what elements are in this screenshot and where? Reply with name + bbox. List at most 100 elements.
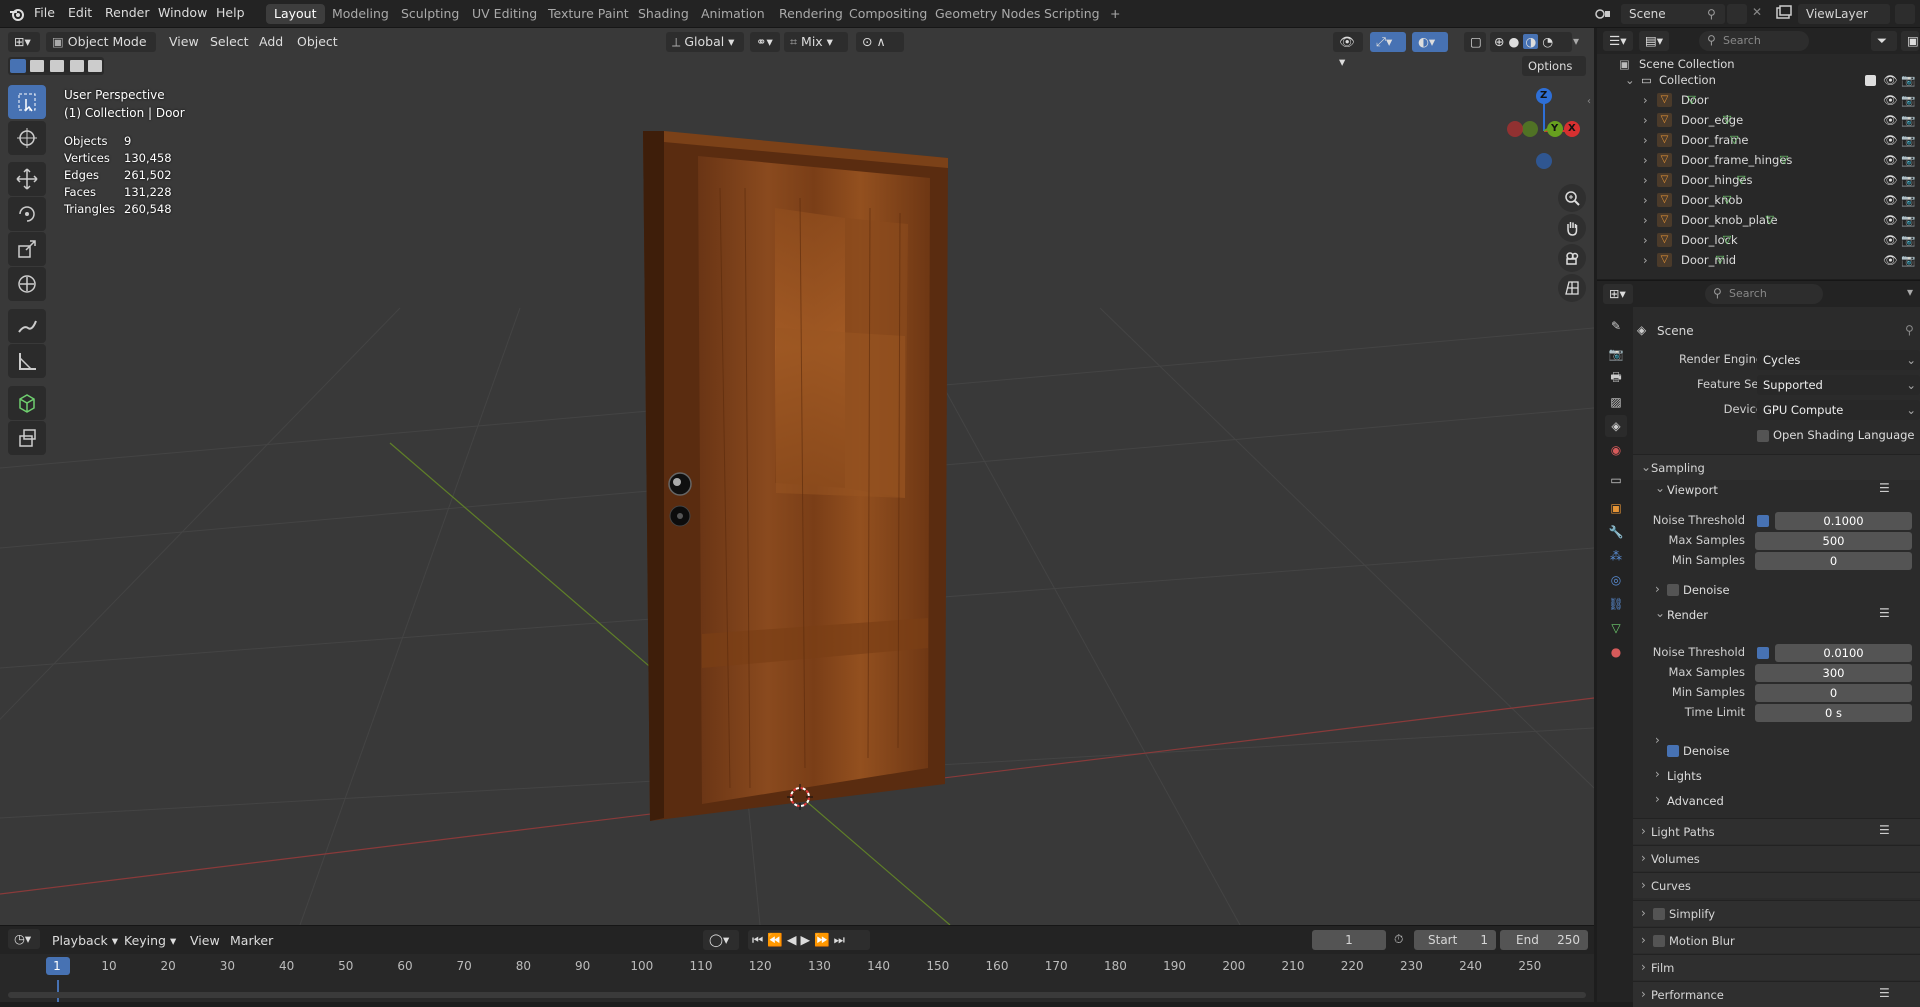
camera-icon[interactable]: 📷 xyxy=(1901,250,1915,270)
expand-icon[interactable]: › xyxy=(1643,150,1648,170)
tab-sculpting[interactable]: Sculpting xyxy=(393,4,467,24)
collection-exclude-checkbox[interactable] xyxy=(1865,75,1876,86)
eye-icon[interactable]: 👁 xyxy=(1883,170,1898,190)
output-tab-icon[interactable]: 🖶 xyxy=(1605,367,1627,389)
r-time-limit-field[interactable]: 0 s xyxy=(1755,704,1912,722)
tab-layout[interactable]: Layout xyxy=(266,4,325,24)
filter-icon[interactable]: ⏷ xyxy=(1871,31,1897,51)
outliner-item-row[interactable]: › ▽ Door_knob_plate ▽ 👁 📷 xyxy=(1597,210,1920,230)
tab-animation[interactable]: Animation xyxy=(693,4,773,24)
tab-modeling[interactable]: Modeling xyxy=(324,4,397,24)
render-subpanel-title[interactable]: Render xyxy=(1667,608,1708,622)
scene-tab-icon[interactable]: ◈ xyxy=(1605,415,1627,437)
outliner-item-row[interactable]: › ▽ Door_edge ▽ 👁 📷 xyxy=(1597,110,1920,130)
menu-object[interactable]: Object xyxy=(297,34,338,49)
mesh-data-icon[interactable]: ▽ xyxy=(1723,190,1731,210)
expand-icon[interactable]: › xyxy=(1655,733,1660,747)
zoom-icon[interactable] xyxy=(1558,184,1586,212)
tab-rendering[interactable]: Rendering xyxy=(771,4,851,24)
constraints-tab-icon[interactable]: ⛓ xyxy=(1605,593,1627,615)
blender-logo-icon[interactable] xyxy=(9,6,25,25)
eye-icon[interactable]: 👁 xyxy=(1883,70,1898,90)
presets-icon[interactable]: ☰ xyxy=(1879,823,1890,837)
tab-uv-editing[interactable]: UV Editing xyxy=(464,4,545,24)
r-noise-threshold-field[interactable]: 0.0100 xyxy=(1775,644,1912,662)
eye-icon[interactable]: 👁 xyxy=(1883,130,1898,150)
r-noise-threshold-checkbox[interactable] xyxy=(1757,647,1769,659)
feature-set-dropdown[interactable]: Supported ⌄ xyxy=(1757,375,1920,395)
vp-noise-threshold-checkbox[interactable] xyxy=(1757,515,1769,527)
menu-edit[interactable]: Edit xyxy=(68,5,92,20)
tool-annotate[interactable] xyxy=(8,309,46,343)
pin-icon[interactable]: ⚲ xyxy=(1707,7,1716,21)
menu-add[interactable]: Add xyxy=(259,34,283,49)
expand-icon[interactable]: › xyxy=(1643,190,1648,210)
new-view-layer-icon[interactable] xyxy=(1895,4,1915,24)
properties-options-icon[interactable]: ▾ xyxy=(1907,285,1913,299)
menu-render[interactable]: Render xyxy=(105,5,150,20)
camera-icon[interactable]: 📷 xyxy=(1901,70,1915,90)
modifier-tab-icon[interactable]: 🔧 xyxy=(1605,521,1627,543)
mesh-data-icon[interactable]: ▽ xyxy=(1780,150,1788,170)
mesh-data-icon[interactable]: ▽ xyxy=(1716,250,1724,270)
section-enable-checkbox[interactable] xyxy=(1653,907,1665,920)
expand-icon[interactable]: ⌄ xyxy=(1625,70,1635,90)
collection-tab-icon[interactable]: ▭ xyxy=(1605,469,1627,491)
gizmo-x-label[interactable]: X xyxy=(1568,123,1576,134)
tool-cursor[interactable] xyxy=(8,121,46,155)
advanced-subpanel-title[interactable]: Advanced xyxy=(1667,794,1724,808)
gizmo-y-label[interactable]: Y xyxy=(1551,123,1558,134)
select-subtract-icon[interactable] xyxy=(50,60,64,72)
vp-noise-threshold-field[interactable]: 0.1000 xyxy=(1775,512,1912,530)
scene-icon[interactable] xyxy=(1594,6,1612,25)
menu-help[interactable]: Help xyxy=(216,5,245,20)
render-engine-dropdown[interactable]: Cycles ⌄ xyxy=(1757,350,1920,370)
menu-view[interactable]: View xyxy=(169,34,199,49)
new-collection-icon[interactable]: ▣ xyxy=(1901,31,1919,51)
select-invert-icon[interactable] xyxy=(70,60,84,72)
r-max-samples-field[interactable]: 300 xyxy=(1755,664,1912,682)
collapse-icon[interactable]: ⌄ xyxy=(1655,606,1665,620)
expand-icon[interactable]: › xyxy=(1643,170,1648,190)
tool-tab-icon[interactable]: ✎ xyxy=(1605,315,1627,337)
camera-icon[interactable]: 📷 xyxy=(1901,150,1915,170)
ortho-grid-icon[interactable] xyxy=(1558,274,1586,302)
expand-icon[interactable]: › xyxy=(1643,230,1648,250)
camera-view-icon[interactable] xyxy=(1558,244,1586,272)
vp-min-samples-field[interactable]: 0 xyxy=(1755,552,1912,570)
mesh-data-icon[interactable]: ▽ xyxy=(1723,110,1731,130)
camera-icon[interactable]: 📷 xyxy=(1901,230,1915,250)
outliner-search[interactable]: ⚲ Search xyxy=(1699,31,1809,51)
sampling-section-header[interactable]: ⌄ Sampling xyxy=(1633,454,1920,480)
vp-max-samples-field[interactable]: 500 xyxy=(1755,532,1912,550)
visibility-icon[interactable]: 👁▾ xyxy=(1333,32,1363,69)
world-tab-icon[interactable]: ◉ xyxy=(1605,439,1627,461)
tool-rotate[interactable] xyxy=(8,197,46,231)
vp-denoise-checkbox[interactable] xyxy=(1667,584,1679,596)
tab-scripting[interactable]: Scripting xyxy=(1036,4,1108,24)
section-header-film[interactable]: › Film xyxy=(1633,954,1920,980)
presets-icon[interactable]: ☰ xyxy=(1879,481,1890,495)
expand-icon[interactable]: › xyxy=(1655,582,1660,596)
outliner-item-row[interactable]: › ▽ Door_frame_hinges ▽ 👁 📷 xyxy=(1597,150,1920,170)
collection-row[interactable]: ⌄ ▭ Collection 👁 📷 xyxy=(1597,70,1920,90)
mesh-data-icon[interactable]: ▽ xyxy=(1730,130,1738,150)
eye-icon[interactable]: 👁 xyxy=(1883,210,1898,230)
outliner-item-row[interactable]: › ▽ Door_knob ▽ 👁 📷 xyxy=(1597,190,1920,210)
properties-search[interactable]: ⚲ Search xyxy=(1705,284,1823,304)
camera-icon[interactable]: 📷 xyxy=(1901,110,1915,130)
r-min-samples-field[interactable]: 0 xyxy=(1755,684,1912,702)
expand-icon[interactable]: › xyxy=(1655,767,1660,781)
snapping-selector[interactable]: ⌗ Mix ▾ xyxy=(784,32,848,52)
tool-add-cube[interactable] xyxy=(8,386,46,420)
outliner-item-row[interactable]: › ▽ Door_frame ▽ 👁 📷 xyxy=(1597,130,1920,150)
presets-icon[interactable]: ☰ xyxy=(1879,986,1890,1000)
material-tab-icon[interactable]: ● xyxy=(1605,641,1627,663)
object-tab-icon[interactable]: ▣ xyxy=(1605,497,1627,519)
pivot-point-icon[interactable]: ⚭▾ xyxy=(750,32,780,52)
scene-selector[interactable]: Scene ⚲ xyxy=(1621,4,1725,24)
outliner-item-row[interactable]: › ▽ Door_hinges ▽ 👁 📷 xyxy=(1597,170,1920,190)
expand-icon[interactable]: › xyxy=(1643,90,1648,110)
proportional-edit-icon[interactable]: ⊙ ∧ xyxy=(856,32,904,52)
eye-icon[interactable]: 👁 xyxy=(1883,250,1898,270)
